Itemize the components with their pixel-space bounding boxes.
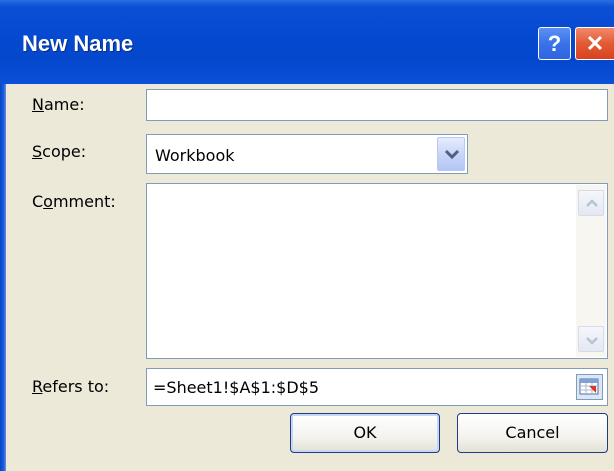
cancel-button[interactable]: Cancel: [457, 413, 608, 453]
scroll-down-button[interactable]: [578, 326, 604, 352]
close-button[interactable]: ✕: [575, 27, 614, 60]
scope-label: Scope:: [32, 142, 87, 161]
scroll-up-button[interactable]: [578, 190, 604, 216]
scope-selected-value: Workbook: [155, 146, 235, 165]
dialog-title: New Name: [22, 31, 134, 56]
comment-label: Comment:: [32, 192, 116, 211]
collapse-dialog-button[interactable]: [576, 374, 603, 400]
comment-textarea[interactable]: [146, 183, 608, 359]
scope-select[interactable]: Workbook: [146, 134, 468, 174]
collapse-dialog-icon: [579, 378, 599, 395]
chevron-down-icon: [444, 149, 460, 160]
scope-dropdown-button[interactable]: [437, 137, 465, 171]
refers-to-label: Refers to:: [32, 377, 110, 396]
title-bar[interactable]: New Name ? ✕: [0, 0, 614, 84]
comment-scrollbar[interactable]: [576, 185, 606, 357]
help-icon: ?: [547, 31, 562, 56]
scroll-down-icon: [586, 337, 598, 345]
name-input[interactable]: [146, 89, 608, 121]
refers-to-value: =Sheet1!$A$1:$D$5: [153, 378, 319, 397]
help-button[interactable]: ?: [538, 27, 571, 60]
window-left-border: [0, 84, 6, 471]
refers-to-input[interactable]: =Sheet1!$A$1:$D$5: [146, 368, 608, 406]
close-icon: ✕: [585, 31, 605, 56]
ok-button[interactable]: OK: [290, 413, 440, 453]
scroll-up-icon: [586, 199, 598, 207]
name-label: Name:: [32, 95, 85, 114]
new-name-dialog: New Name ? ✕ Name: Scope: Workbook Comme…: [0, 0, 614, 471]
